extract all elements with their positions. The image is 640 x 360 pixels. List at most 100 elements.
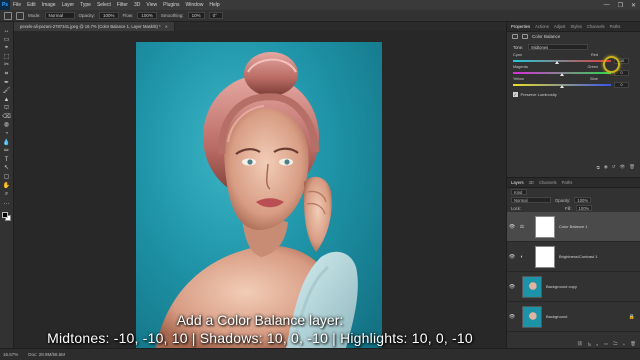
- tab-layers[interactable]: Layers: [511, 180, 524, 185]
- menu-file[interactable]: File: [10, 2, 24, 8]
- menu-help[interactable]: Help: [206, 2, 222, 8]
- new-group-icon[interactable]: 🗀: [613, 340, 618, 348]
- more-tools-icon[interactable]: …: [3, 200, 11, 206]
- menu-layer[interactable]: Layer: [59, 2, 78, 8]
- tab-3d[interactable]: 3D: [529, 180, 534, 185]
- tab-paths[interactable]: Paths: [562, 180, 573, 185]
- layer-opacity-field[interactable]: 100%: [574, 197, 592, 203]
- menu-view[interactable]: View: [143, 2, 160, 8]
- slider-track[interactable]: [513, 60, 611, 62]
- layer-row[interactable]: 👁 ◐ Brightness/Contrast 1: [507, 242, 640, 272]
- zoom-level[interactable]: 16.67%: [3, 352, 18, 357]
- layer-name[interactable]: Brightness/Contrast 1: [559, 254, 597, 259]
- menu-filter[interactable]: Filter: [114, 2, 131, 8]
- preserve-luminosity-checkbox[interactable]: ✓: [513, 92, 518, 97]
- crop-tool-icon[interactable]: ✂: [3, 62, 11, 68]
- layer-image-thumbnail[interactable]: [522, 305, 542, 328]
- fill-field[interactable]: 100%: [575, 205, 593, 211]
- menu-edit[interactable]: Edit: [24, 2, 39, 8]
- tab-paths[interactable]: Paths: [610, 24, 621, 29]
- restore-icon[interactable]: ❐: [618, 2, 623, 9]
- portrait-photo[interactable]: [136, 42, 382, 348]
- smoothing-field[interactable]: 10%: [187, 12, 205, 19]
- history-brush-tool-icon[interactable]: ⛫: [3, 105, 11, 111]
- pen-tool-icon[interactable]: ✏: [3, 148, 11, 154]
- menu-plugins[interactable]: Plugins: [160, 2, 182, 8]
- foreground-color-swatch[interactable]: [1, 212, 8, 219]
- kind-filter-select[interactable]: Kind: [511, 189, 527, 195]
- layer-mask-thumbnail[interactable]: [535, 245, 555, 268]
- delete-layer-icon[interactable]: 🗑: [630, 341, 636, 347]
- move-tool-icon[interactable]: ↔: [3, 28, 11, 34]
- view-previous-icon[interactable]: ◉: [604, 164, 608, 170]
- eyedropper-tool-icon[interactable]: ✒: [3, 79, 11, 86]
- path-select-tool-icon[interactable]: ↖: [3, 165, 11, 171]
- tab-properties[interactable]: Properties: [511, 24, 530, 29]
- new-layer-icon[interactable]: +: [623, 342, 626, 347]
- layer-row[interactable]: 👁 ⚖ Color Balance 1: [507, 212, 640, 242]
- mode-select[interactable]: Normal: [44, 12, 75, 19]
- visibility-eye-icon[interactable]: 👁: [507, 284, 517, 290]
- layer-row[interactable]: 👁 Background 🔒: [507, 302, 640, 332]
- preserve-luminosity-row[interactable]: ✓ Preserve Luminosity: [507, 89, 640, 100]
- tab-actions[interactable]: Actions: [535, 24, 549, 29]
- slider-thumb[interactable]: [554, 61, 559, 64]
- shape-tool-icon[interactable]: ▢: [3, 174, 11, 180]
- layer-style-icon[interactable]: fx: [588, 342, 592, 347]
- visibility-icon[interactable]: 👁: [620, 164, 626, 170]
- link-layers-icon[interactable]: ⛓: [577, 341, 583, 347]
- opacity-field[interactable]: 100%: [99, 12, 119, 19]
- layer-mask-thumbnail[interactable]: [535, 215, 555, 238]
- close-tab-icon[interactable]: ✕: [165, 24, 169, 29]
- menu-image[interactable]: Image: [39, 2, 59, 8]
- blend-mode-select[interactable]: Normal: [511, 197, 551, 203]
- tab-channels[interactable]: Channels: [587, 24, 605, 29]
- color-swatches[interactable]: [1, 212, 12, 222]
- hand-tool-icon[interactable]: ✋: [3, 182, 11, 189]
- marquee-tool-icon[interactable]: ▭: [3, 37, 11, 43]
- frame-tool-icon[interactable]: ⌗: [3, 71, 11, 77]
- menu-type[interactable]: Type: [77, 2, 94, 8]
- flow-field[interactable]: 100%: [137, 12, 157, 19]
- object-select-tool-icon[interactable]: ⬚: [3, 54, 11, 60]
- document-tab[interactable]: pexels-ali-pazani-2787341.jpeg @ 16.7% (…: [14, 22, 176, 31]
- yellow-blue-slider[interactable]: Yellow Blue 0: [513, 77, 634, 89]
- dodge-tool-icon[interactable]: 💧: [3, 140, 11, 146]
- menu-window[interactable]: Window: [183, 2, 207, 8]
- close-icon[interactable]: ✕: [631, 2, 636, 9]
- blur-tool-icon[interactable]: ◔: [3, 131, 11, 137]
- menu-select[interactable]: Select: [94, 2, 114, 8]
- lasso-tool-icon[interactable]: ⌖: [3, 45, 11, 51]
- visibility-eye-icon[interactable]: 👁: [507, 254, 517, 260]
- tab-styles[interactable]: Styles: [570, 24, 581, 29]
- delete-icon[interactable]: 🗑: [629, 164, 635, 170]
- reset-icon[interactable]: ↺: [612, 164, 616, 170]
- brush-tool-icon[interactable]: 🖌: [3, 88, 11, 94]
- type-tool-icon[interactable]: T: [3, 157, 11, 163]
- canvas-area[interactable]: [14, 31, 506, 348]
- layer-row[interactable]: 👁 Background copy: [507, 272, 640, 302]
- tab-adjust[interactable]: Adjust: [554, 24, 566, 29]
- mask-icon[interactable]: [522, 34, 528, 39]
- slider-value-field[interactable]: 0: [614, 82, 629, 88]
- visibility-eye-icon[interactable]: 👁: [507, 314, 517, 320]
- layer-name[interactable]: Color Balance 1: [559, 224, 587, 229]
- new-adjustment-icon[interactable]: ◐: [596, 342, 599, 347]
- add-mask-icon[interactable]: ▭: [604, 341, 608, 347]
- layer-name[interactable]: Background copy: [546, 284, 577, 289]
- home-icon[interactable]: [4, 11, 12, 20]
- tone-select[interactable]: Midtones: [528, 44, 589, 50]
- visibility-eye-icon[interactable]: 👁: [507, 224, 517, 230]
- zoom-tool-icon[interactable]: ⌕: [3, 191, 11, 197]
- slider-thumb[interactable]: [559, 73, 564, 76]
- layer-image-thumbnail[interactable]: [522, 275, 542, 298]
- tab-channels[interactable]: Channels: [539, 180, 557, 185]
- slider-thumb[interactable]: [559, 85, 564, 88]
- clip-to-layer-icon[interactable]: ⧉: [597, 165, 600, 170]
- angle-field[interactable]: 0°: [208, 12, 223, 19]
- stamp-tool-icon[interactable]: ▲: [3, 97, 11, 103]
- gradient-tool-icon[interactable]: ◍: [3, 122, 11, 128]
- menu-3d[interactable]: 3D: [131, 2, 143, 8]
- brush-preset-icon[interactable]: [16, 11, 24, 20]
- layer-name[interactable]: Background: [546, 314, 567, 319]
